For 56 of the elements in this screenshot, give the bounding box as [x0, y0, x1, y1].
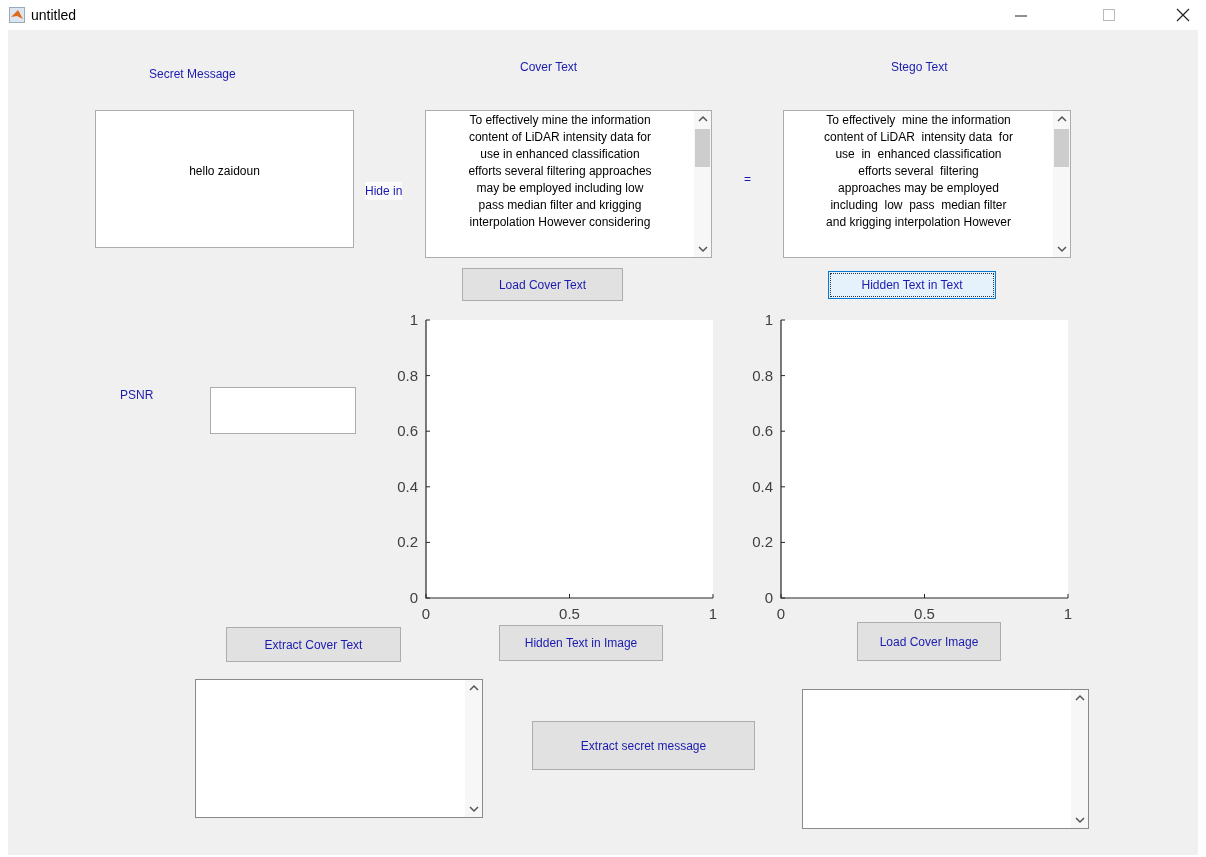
x-tick-label: 0 — [776, 605, 786, 622]
scroll-up-icon[interactable] — [468, 684, 479, 692]
field-value: hello zaidoun — [189, 163, 260, 180]
y-tick-label: 0.2 — [752, 533, 773, 551]
x-tick-label: 1 — [1063, 605, 1073, 622]
secret-message-field[interactable]: hello zaidoun — [95, 110, 354, 248]
psnr-field[interactable] — [210, 387, 356, 434]
push-button[interactable]: Hidden Text in Text — [828, 271, 996, 299]
y-tick-label: 1 — [409, 312, 418, 328]
field-label: Secret Message — [149, 66, 236, 83]
text-content: To effectively mine the information content of LiDAR intensity data for use in enhanced classification efforts several filtering approaches may be employed including low pass median filter and krigging interpolation However — [823, 112, 1014, 231]
field-label: Cover Text — [520, 59, 578, 76]
x-tick-label: 0.5 — [914, 605, 935, 622]
scroll-bar[interactable] — [1053, 111, 1070, 257]
scroll-down-icon[interactable] — [1074, 816, 1085, 824]
y-tick-label: 0.8 — [752, 366, 773, 384]
y-tick-label: 0.6 — [752, 422, 773, 440]
scroll-down-icon[interactable] — [697, 245, 708, 253]
field-label: Stego Text — [891, 59, 948, 76]
scroll-up-icon[interactable] — [697, 115, 708, 123]
y-tick-label: 0 — [409, 589, 418, 606]
scroll-down-icon[interactable] — [468, 805, 479, 813]
scroll-up-icon[interactable] — [1056, 115, 1067, 123]
push-button[interactable]: Hidden Text in Image — [499, 625, 663, 661]
text-content: To effectively mine the information content of LiDAR intensity data for use in enhanced classification efforts several filtering approaches may be employed including low pass median filter and krigging interpolation However considering — [467, 112, 653, 231]
equals-sign: = — [744, 171, 751, 188]
cover-text-box[interactable] — [425, 110, 712, 258]
y-tick-label: 0.6 — [397, 422, 418, 440]
scroll-bar[interactable] — [465, 680, 482, 817]
y-tick-label: 1 — [764, 312, 773, 328]
stego-text-box[interactable] — [783, 110, 1071, 258]
push-button[interactable]: Extract Cover Text — [226, 627, 401, 662]
push-button[interactable]: Extract secret message — [532, 721, 755, 770]
x-tick-label: 0 — [421, 605, 431, 622]
push-button[interactable]: Load Cover Image — [857, 622, 1001, 661]
y-tick-label: 0.2 — [397, 533, 418, 551]
push-button[interactable]: Load Cover Text — [462, 268, 623, 301]
scroll-bar[interactable] — [1071, 690, 1088, 828]
scroll-up-icon[interactable] — [1074, 694, 1085, 702]
x-tick-label: 1 — [708, 605, 718, 622]
output-text-box[interactable] — [195, 679, 483, 818]
y-tick-label: 0.4 — [397, 477, 418, 495]
scroll-thumb[interactable] — [695, 129, 710, 167]
x-tick-label: 0.5 — [559, 605, 580, 622]
y-tick-label: 0 — [764, 589, 773, 606]
scroll-thumb[interactable] — [1054, 129, 1069, 167]
connector-label: Hide in — [365, 182, 403, 200]
y-tick-label: 0.4 — [752, 477, 773, 495]
output-text-box[interactable] — [802, 689, 1089, 829]
scroll-down-icon[interactable] — [1056, 245, 1067, 253]
app-logo-icon — [9, 7, 25, 23]
window-title: untitled — [31, 5, 77, 25]
y-tick-label: 0.8 — [397, 366, 418, 384]
close-icon[interactable] — [1176, 8, 1190, 22]
field-label: PSNR — [120, 387, 154, 404]
scroll-bar[interactable] — [694, 111, 711, 257]
